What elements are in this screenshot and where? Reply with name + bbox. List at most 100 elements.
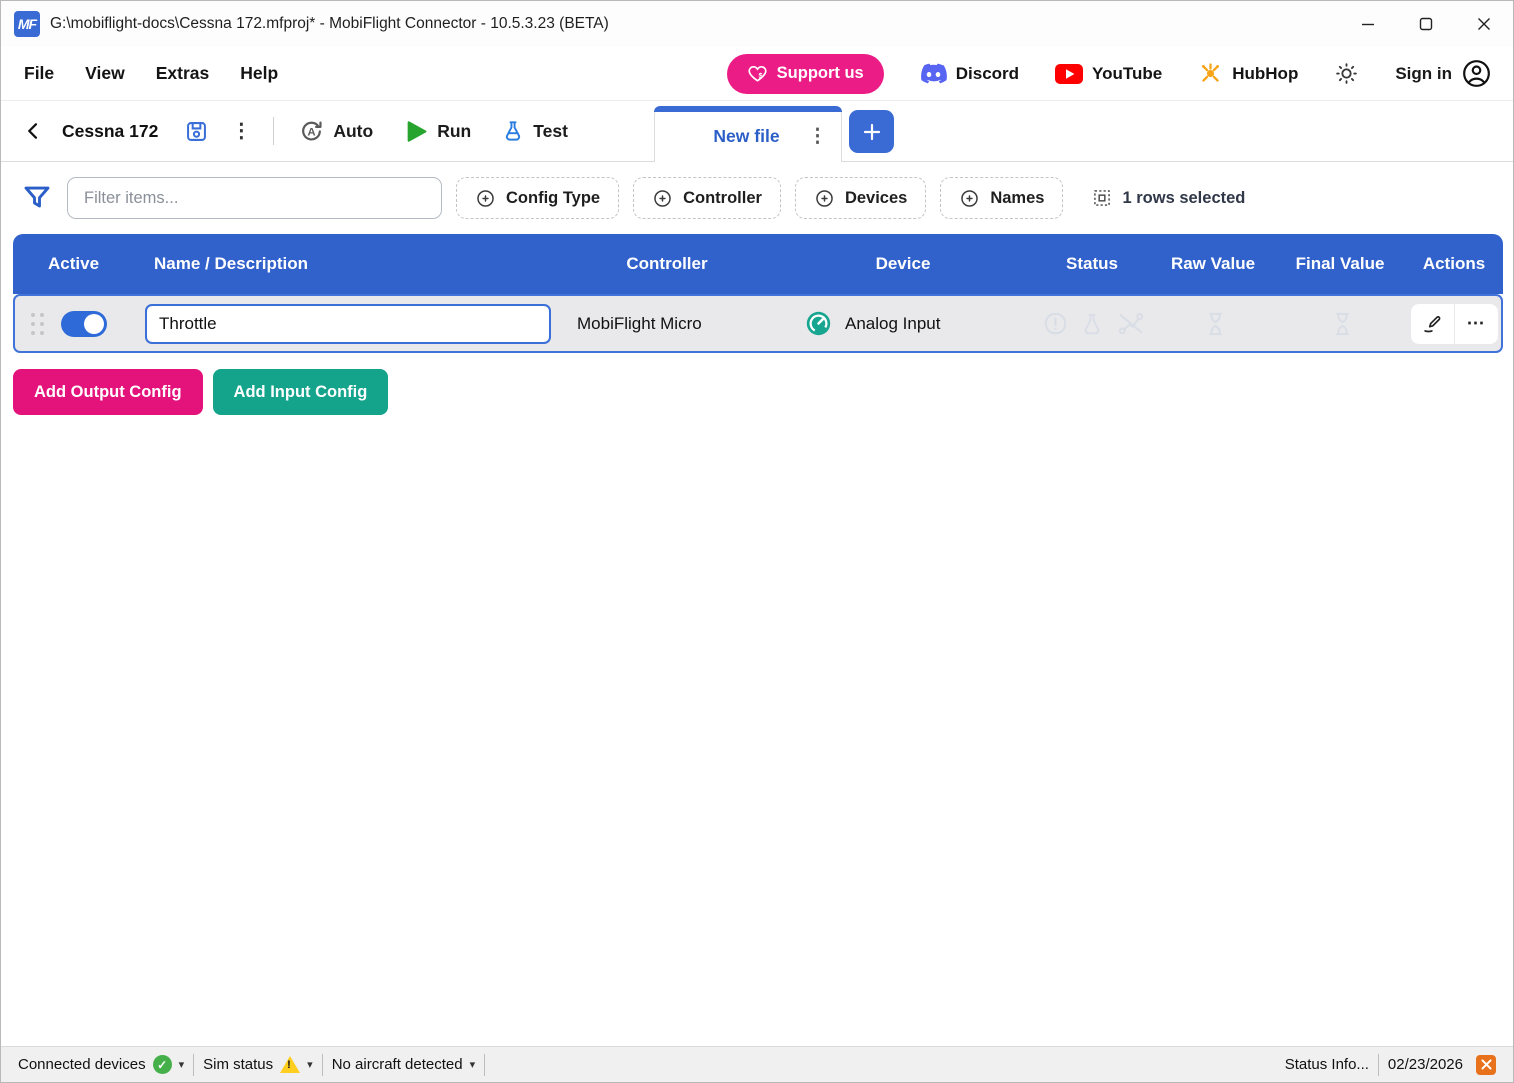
add-input-config-button[interactable]: Add Input Config — [213, 369, 389, 415]
hubhop-link[interactable]: HubHop — [1198, 61, 1298, 86]
edit-pen-icon — [1422, 313, 1443, 334]
youtube-link[interactable]: YouTube — [1055, 64, 1162, 84]
col-header-device: Device — [773, 254, 1033, 274]
filter-chip-names[interactable]: Names — [940, 177, 1063, 219]
close-button[interactable] — [1455, 1, 1513, 47]
col-header-name: Name / Description — [141, 254, 561, 274]
plus-icon — [862, 122, 882, 142]
filter-funnel-icon — [22, 183, 52, 213]
tab-kebab-icon[interactable]: ⋮ — [808, 125, 827, 148]
hubhop-icon — [1198, 61, 1223, 86]
row-device: Analog Input — [845, 314, 940, 334]
status-alert-icon — [1042, 310, 1069, 337]
project-kebab-icon[interactable]: ⋮ — [231, 121, 251, 141]
auto-label: Auto — [333, 121, 373, 142]
filter-chip-devices[interactable]: Devices — [795, 177, 926, 219]
selection-marquee-icon — [1092, 188, 1112, 208]
circle-plus-icon — [652, 188, 673, 209]
hubhop-label: HubHop — [1232, 64, 1298, 84]
run-button[interactable]: Run — [405, 119, 471, 144]
filter-items-input[interactable] — [67, 177, 442, 219]
chevron-down-icon: ▾ — [470, 1058, 476, 1071]
row-raw-value-cell — [1153, 310, 1277, 338]
menu-view[interactable]: View — [85, 63, 125, 84]
hubhop-update-icon — [1476, 1055, 1496, 1075]
app-logo-icon: MF — [14, 11, 40, 37]
menu-help[interactable]: Help — [240, 63, 278, 84]
active-toggle[interactable] — [61, 311, 107, 337]
final-value-pending-icon — [1329, 310, 1356, 338]
filter-chip-label: Names — [990, 189, 1044, 208]
sim-status[interactable]: Sim status ! ▾ — [194, 1056, 322, 1073]
toolbar-divider — [273, 117, 274, 145]
col-header-status: Status — [1033, 254, 1151, 274]
status-info-label: Status Info... — [1285, 1056, 1369, 1073]
aircraft-status[interactable]: No aircraft detected ▾ — [323, 1056, 484, 1073]
hubhop-update-date: 02/23/2026 — [1379, 1055, 1505, 1075]
drag-handle-icon[interactable] — [31, 313, 44, 335]
sim-status-label: Sim status — [203, 1056, 273, 1073]
raw-value-pending-icon — [1202, 310, 1229, 338]
connected-devices-status[interactable]: Connected devices ✓ ▾ — [9, 1055, 193, 1074]
col-header-final-value: Final Value — [1275, 254, 1405, 274]
col-header-raw-value: Raw Value — [1151, 254, 1275, 274]
back-chevron-icon[interactable] — [23, 121, 43, 141]
circle-plus-icon — [814, 188, 835, 209]
discord-label: Discord — [956, 64, 1019, 84]
account-avatar-icon — [1462, 59, 1491, 88]
save-icon[interactable] — [185, 120, 208, 143]
table-row[interactable]: MobiFlight Micro Analog Input — [13, 294, 1503, 353]
analog-input-knob-icon — [805, 310, 832, 337]
menu-extras[interactable]: Extras — [156, 63, 210, 84]
tab-new-file[interactable]: New file ⋮ — [654, 106, 842, 162]
discord-link[interactable]: Discord — [920, 63, 1019, 84]
row-status-cell — [1035, 310, 1153, 337]
status-test-flask-icon — [1080, 311, 1104, 337]
maximize-button[interactable] — [1397, 1, 1455, 47]
test-button[interactable]: Test — [502, 119, 568, 143]
chevron-down-icon: ▾ — [307, 1058, 313, 1071]
title-bar: MF G:\mobiflight-docs\Cessna 172.mfproj*… — [1, 1, 1513, 47]
circle-plus-icon — [475, 188, 496, 209]
auto-button[interactable]: A Auto — [299, 119, 373, 144]
sim-warning-icon: ! — [280, 1056, 300, 1073]
support-us-label: Support us — [777, 64, 864, 83]
minimize-button[interactable] — [1339, 1, 1397, 47]
sign-in-label: Sign in — [1395, 64, 1452, 84]
chevron-down-icon: ▾ — [179, 1058, 185, 1071]
minimize-icon — [1361, 17, 1375, 31]
row-edit-button[interactable] — [1411, 304, 1454, 344]
add-output-config-button[interactable]: Add Output Config — [13, 369, 203, 415]
auto-icon: A — [299, 119, 324, 144]
discord-icon — [920, 63, 947, 84]
filter-chip-label: Devices — [845, 189, 907, 208]
support-us-button[interactable]: $ Support us — [727, 54, 884, 94]
theme-toggle-sun-icon[interactable] — [1334, 61, 1359, 86]
close-icon — [1477, 17, 1491, 31]
status-info[interactable]: Status Info... — [1276, 1056, 1378, 1073]
row-more-actions-button[interactable]: ⋯ — [1455, 304, 1498, 344]
filter-chip-config-type[interactable]: Config Type — [456, 177, 619, 219]
connected-devices-label: Connected devices — [18, 1056, 146, 1073]
filter-chip-label: Controller — [683, 189, 762, 208]
statusbar-divider — [484, 1054, 485, 1076]
filter-chip-label: Config Type — [506, 189, 600, 208]
svg-text:A: A — [308, 126, 316, 138]
heart-dollar-icon: $ — [747, 63, 768, 84]
status-disconnected-icon — [1115, 310, 1147, 337]
status-bar: Connected devices ✓ ▾ Sim status ! ▾ No … — [1, 1046, 1513, 1082]
row-final-value-cell — [1277, 310, 1407, 338]
sign-in-button[interactable]: Sign in — [1395, 59, 1491, 88]
window-title: G:\mobiflight-docs\Cessna 172.mfproj* - … — [50, 15, 609, 33]
config-table: Active Name / Description Controller Dev… — [13, 234, 1503, 353]
menu-bar: File View Extras Help $ Support us Disco… — [1, 47, 1513, 101]
menu-file[interactable]: File — [24, 63, 54, 84]
table-header: Active Name / Description Controller Dev… — [13, 234, 1503, 294]
row-name-input[interactable] — [145, 304, 551, 344]
rows-selected-label: 1 rows selected — [1122, 189, 1245, 208]
filter-chip-controller[interactable]: Controller — [633, 177, 781, 219]
test-flask-icon — [502, 119, 524, 143]
project-name[interactable]: Cessna 172 — [62, 121, 158, 142]
aircraft-status-label: No aircraft detected — [332, 1056, 463, 1073]
add-tab-button[interactable] — [849, 110, 894, 153]
